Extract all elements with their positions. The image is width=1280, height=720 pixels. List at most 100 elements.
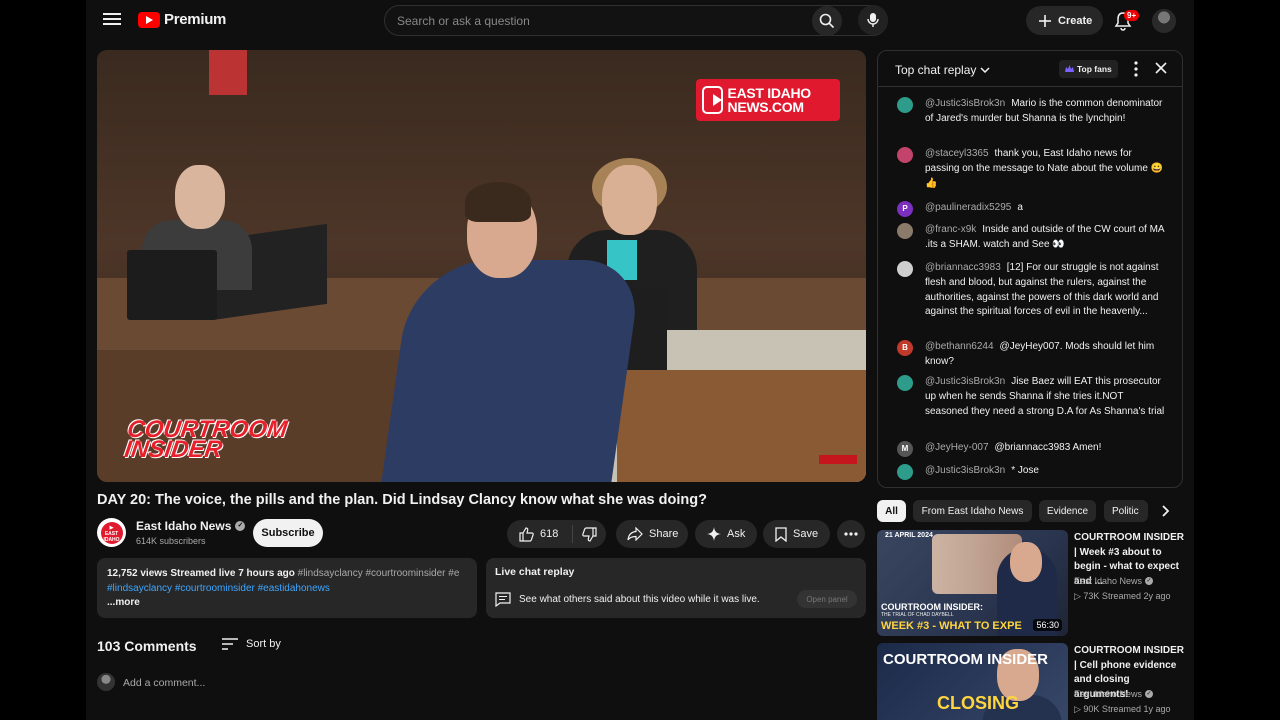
brand-text: Premium [164, 11, 227, 28]
save-button[interactable]: Save [763, 520, 830, 548]
thumbnail-subtitle: THE TRIAL OF CHAD DAYBELL [881, 612, 954, 618]
channel-avatar[interactable]: ▶ EAST IDAHO [97, 518, 126, 547]
chat-avatar[interactable] [897, 97, 913, 113]
hamburger-menu-icon[interactable] [102, 10, 122, 30]
youtube-watch-page: Premium Create 9+ [86, 0, 1194, 720]
search-button[interactable] [812, 6, 842, 36]
like-button[interactable]: 618 [507, 525, 573, 543]
description-tags-inline: #lindsayclancy #courtroominsider #e [294, 568, 460, 579]
recommended-video[interactable]: 21 APRIL 2024 COURTROOM INSIDER: THE TRI… [877, 530, 1184, 636]
voice-search-button[interactable] [858, 5, 888, 35]
recommended-channel[interactable]: East Idaho News ✓ [1074, 689, 1154, 699]
crown-icon [1065, 65, 1074, 72]
subscriber-count: 614K subscribers [136, 536, 206, 546]
chat-author[interactable]: @briannacc3983 [925, 262, 1001, 273]
recommended-meta: ▷ 73K Streamed 2y ago [1074, 591, 1171, 601]
recommended-video[interactable]: COURTROOM INSIDER CLOSING COURTROOM INSI… [877, 643, 1184, 720]
chat-avatar[interactable]: P [897, 201, 913, 217]
chat-author[interactable]: @franc-x9k [925, 224, 976, 235]
subscribe-watermark-icon[interactable] [819, 455, 857, 464]
filter-chips: All From East Idaho News Evidence Politi… [877, 500, 1183, 522]
dislike-button[interactable] [573, 526, 597, 542]
close-icon[interactable] [1154, 61, 1168, 75]
video-player[interactable]: EAST IDAHO NEWS.COM COURTROOM INSIDER [97, 50, 866, 482]
chat-avatar[interactable] [897, 223, 913, 239]
live-chat-replay-description: See what others said about this video wh… [519, 593, 760, 605]
video-thumbnail[interactable]: COURTROOM INSIDER CLOSING [877, 643, 1068, 720]
chat-author[interactable]: @Justic3isBrok3n [925, 376, 1005, 387]
thumbnail-date: 21 APRIL 2024 [885, 532, 933, 539]
chat-author[interactable]: @Justic3isBrok3n [925, 98, 1005, 109]
youtube-premium-logo[interactable]: Premium [138, 11, 226, 28]
save-label: Save [793, 528, 819, 540]
chat-avatar[interactable] [897, 261, 913, 277]
chat-avatar[interactable] [897, 464, 913, 480]
more-vertical-icon[interactable] [1129, 60, 1143, 78]
like-count: 618 [540, 528, 559, 540]
recommended-meta: ▷ 90K Streamed 1y ago [1074, 704, 1171, 714]
recommended-channel-name: East Idaho News [1074, 689, 1143, 699]
account-avatar[interactable] [1152, 9, 1176, 33]
share-button[interactable]: Share [616, 520, 688, 548]
chat-text: * Jose [1011, 465, 1039, 476]
live-chat-replay-title: Live chat replay [495, 566, 575, 578]
chip-politics[interactable]: Politic [1104, 500, 1148, 522]
add-comment-input[interactable] [123, 675, 823, 691]
chat-author[interactable]: @JeyHey-007 [925, 442, 989, 453]
chat-avatar[interactable]: B [897, 340, 913, 356]
thumbnail-label: COURTROOM INSIDER: [881, 602, 983, 612]
chat-mode-dropdown[interactable]: Top chat replay [895, 63, 990, 77]
thumbnail-week-text: WEEK #3 - WHAT TO EXPE [881, 620, 1022, 632]
ask-button[interactable]: Ask [695, 520, 757, 548]
recommended-channel[interactable]: East Idaho News ✓ [1074, 576, 1154, 586]
sparkle-icon [707, 527, 721, 541]
chip-from-east-idaho-news[interactable]: From East Idaho News [913, 500, 1032, 522]
channel-logo-icon: ▶ EAST IDAHO [100, 521, 123, 544]
video-duration: 56:30 [1033, 619, 1062, 631]
search-icon [819, 13, 835, 29]
more-actions-button[interactable] [837, 520, 865, 548]
verified-check-icon: ✓ [1145, 690, 1154, 698]
courtroom-insider-logo: COURTROOM INSIDER [122, 416, 289, 463]
chat-avatar[interactable]: M [897, 441, 913, 457]
comments-count: 103 Comments [97, 638, 197, 654]
thumbs-up-icon [519, 526, 534, 542]
create-button[interactable]: Create [1026, 6, 1103, 35]
chat-avatar[interactable] [897, 147, 913, 163]
microphone-icon [867, 13, 879, 27]
channel-name[interactable]: East Idaho News ✓ [136, 519, 246, 533]
bookmark-icon [775, 526, 787, 542]
notification-count-badge: 9+ [1124, 10, 1140, 21]
chat-author[interactable]: @staceyl3365 [925, 148, 989, 159]
video-thumbnail[interactable]: 21 APRIL 2024 COURTROOM INSIDER: THE TRI… [877, 530, 1068, 636]
chat-title: Top chat replay [895, 63, 977, 77]
chat-avatar[interactable] [897, 375, 913, 391]
like-dislike-group: 618 [507, 520, 606, 548]
east-idaho-news-watermark: EAST IDAHO NEWS.COM [696, 79, 840, 121]
show-more-link[interactable]: ...more [107, 596, 467, 611]
chevron-down-icon [980, 67, 990, 73]
chip-all[interactable]: All [877, 500, 906, 522]
thumbnail-title: COURTROOM INSIDER [883, 651, 1048, 668]
ask-label: Ask [727, 528, 746, 540]
user-avatar [97, 673, 115, 691]
video-description[interactable]: 12,752 views Streamed live 7 hours ago #… [97, 558, 477, 618]
chevron-right-icon[interactable] [1155, 501, 1175, 521]
open-panel-button[interactable]: Open panel [797, 590, 857, 608]
view-count-and-date: 12,752 views Streamed live 7 hours ago [107, 568, 295, 579]
chat-text: @briannacc3983 Amen! [994, 442, 1102, 453]
verified-check-icon: ✓ [1145, 577, 1154, 585]
subscribe-button[interactable]: Subscribe [253, 519, 323, 547]
hashtag-links[interactable]: #lindsayclancy #courtroominsider #eastid… [107, 582, 467, 597]
thumbs-down-icon [582, 526, 597, 542]
news-watermark-text: EAST IDAHO NEWS.COM [727, 85, 812, 115]
chat-author[interactable]: @paulineradix5295 [925, 202, 1011, 213]
verified-check-icon: ✓ [235, 521, 246, 531]
top-fans-button[interactable]: Top fans [1059, 60, 1118, 78]
search-input[interactable] [397, 12, 797, 30]
channel-name-text: East Idaho News [136, 519, 232, 533]
sort-comments-button[interactable]: Sort by [222, 638, 281, 650]
chat-author[interactable]: @bethann6244 [925, 341, 994, 352]
chat-author[interactable]: @Justic3isBrok3n [925, 465, 1005, 476]
chip-evidence[interactable]: Evidence [1039, 500, 1096, 522]
